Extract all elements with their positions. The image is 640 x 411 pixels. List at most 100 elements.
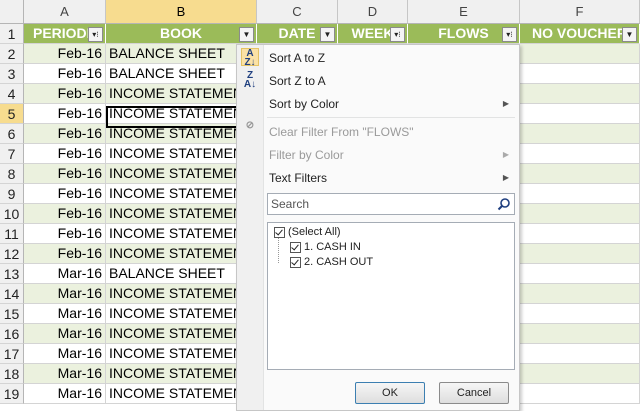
row-header-12[interactable]: 12 (0, 244, 24, 264)
row-header-19[interactable]: 19 (0, 384, 24, 404)
table-cell[interactable] (520, 184, 640, 204)
search-input[interactable]: Search (267, 193, 515, 215)
table-cell[interactable] (520, 384, 640, 404)
row-header-5[interactable]: 5 (0, 104, 24, 124)
filter-dropdown-icon[interactable]: ▼ (622, 27, 637, 42)
table-cell[interactable] (520, 364, 640, 384)
table-cell[interactable]: Feb-16 (24, 44, 106, 64)
table-cell[interactable]: Mar-16 (24, 324, 106, 344)
row-header-7[interactable]: 7 (0, 144, 24, 164)
table-cell[interactable] (520, 304, 640, 324)
table-cell[interactable]: INCOME STATEMEN (106, 284, 257, 304)
filter-active-icon[interactable]: ▾⁝ (502, 27, 517, 42)
column-header-c[interactable]: C (257, 0, 338, 24)
table-cell[interactable]: Feb-16 (24, 204, 106, 224)
table-cell[interactable] (520, 64, 640, 84)
column-header-b[interactable]: B (106, 0, 257, 24)
table-cell[interactable]: INCOME STATEMEN (106, 184, 257, 204)
table-cell[interactable]: INCOME STATEMEN (106, 364, 257, 384)
table-cell[interactable]: BALANCE SHEET (106, 44, 257, 64)
table-cell[interactable]: INCOME STATEMEN (106, 244, 257, 264)
row-header-13[interactable]: 13 (0, 264, 24, 284)
select-all-corner[interactable] (0, 0, 24, 24)
table-cell[interactable]: INCOME STATEMEN (106, 204, 257, 224)
table-cell[interactable]: INCOME STATEMEN (106, 324, 257, 344)
table-cell[interactable]: INCOME STATEMEN (106, 84, 257, 104)
row-header-15[interactable]: 15 (0, 304, 24, 324)
table-cell[interactable]: INCOME STATEMEN (106, 144, 257, 164)
menu-text-filters[interactable]: Text Filters (269, 171, 327, 185)
table-cell[interactable]: Feb-16 (24, 144, 106, 164)
table-cell[interactable]: Feb-16 (24, 124, 106, 144)
table-cell[interactable]: Mar-16 (24, 384, 106, 404)
checkbox-checked[interactable] (274, 226, 285, 238)
table-cell[interactable] (520, 244, 640, 264)
list-item[interactable]: 1. CASH IN (290, 241, 361, 253)
table-cell[interactable] (520, 104, 640, 124)
table-cell[interactable]: BALANCE SHEET (106, 264, 257, 284)
column-header-a[interactable]: A (24, 0, 106, 24)
table-cell[interactable]: INCOME STATEMEN (106, 224, 257, 244)
table-cell[interactable]: Feb-16 (24, 244, 106, 264)
menu-sort-by-color[interactable]: Sort by Color (269, 97, 339, 111)
table-cell[interactable]: Mar-16 (24, 344, 106, 364)
row-header-4[interactable]: 4 (0, 84, 24, 104)
checkbox-checked[interactable] (290, 241, 301, 253)
table-cell[interactable]: INCOME STATEMEN (106, 384, 257, 404)
table-cell[interactable] (520, 84, 640, 104)
column-header-d[interactable]: D (338, 0, 408, 24)
table-header-cell[interactable]: BOOK (106, 24, 257, 44)
table-cell[interactable]: INCOME STATEMEN (106, 124, 257, 144)
list-item-select-all[interactable]: (Select All) (274, 226, 341, 238)
table-cell[interactable]: INCOME STATEMEN (106, 164, 257, 184)
row-header-16[interactable]: 16 (0, 324, 24, 344)
column-header-f[interactable]: F (520, 0, 640, 24)
table-cell[interactable]: Feb-16 (24, 164, 106, 184)
table-cell[interactable] (520, 264, 640, 284)
row-header-11[interactable]: 11 (0, 224, 24, 244)
ok-button[interactable]: OK (355, 382, 425, 404)
row-header-10[interactable]: 10 (0, 204, 24, 224)
menu-filter-by-color[interactable]: Filter by Color (269, 148, 344, 162)
menu-sort-z-a[interactable]: Sort Z to A (269, 74, 326, 88)
filter-active-icon[interactable]: ▾⁝ (390, 27, 405, 42)
table-cell[interactable]: Feb-16 (24, 84, 106, 104)
table-cell[interactable]: Feb-16 (24, 184, 106, 204)
menu-clear-filter[interactable]: Clear Filter From "FLOWS" (269, 125, 414, 139)
filter-dropdown-icon[interactable]: ▼ (320, 27, 335, 42)
table-cell[interactable] (520, 144, 640, 164)
menu-sort-a-z[interactable]: Sort A to Z (269, 51, 325, 65)
table-cell[interactable] (520, 324, 640, 344)
table-cell[interactable]: Feb-16 (24, 224, 106, 244)
checkbox-checked[interactable] (290, 256, 301, 268)
table-cell[interactable] (520, 204, 640, 224)
row-header-18[interactable]: 18 (0, 364, 24, 384)
filter-active-icon[interactable]: ▾⁝ (88, 27, 103, 42)
list-item[interactable]: 2. CASH OUT (290, 256, 373, 268)
table-cell[interactable]: INCOME STATEMEN (106, 304, 257, 324)
table-cell[interactable] (520, 44, 640, 64)
row-header-6[interactable]: 6 (0, 124, 24, 144)
cancel-button[interactable]: Cancel (439, 382, 509, 404)
table-cell[interactable] (520, 224, 640, 244)
row-header-9[interactable]: 9 (0, 184, 24, 204)
table-cell[interactable] (520, 164, 640, 184)
row-header-8[interactable]: 8 (0, 164, 24, 184)
table-cell[interactable]: INCOME STATEMEN (106, 104, 257, 124)
search-icon[interactable] (497, 197, 511, 211)
column-header-e[interactable]: E (408, 0, 520, 24)
table-cell[interactable]: Feb-16 (24, 104, 106, 124)
table-cell[interactable] (520, 344, 640, 364)
table-cell[interactable]: Feb-16 (24, 64, 106, 84)
row-header-1[interactable]: 1 (0, 24, 24, 44)
table-cell[interactable]: Mar-16 (24, 284, 106, 304)
table-cell[interactable] (520, 124, 640, 144)
row-header-2[interactable]: 2 (0, 44, 24, 64)
table-cell[interactable]: INCOME STATEMEN (106, 344, 257, 364)
table-cell[interactable]: Mar-16 (24, 364, 106, 384)
table-cell[interactable] (520, 284, 640, 304)
table-cell[interactable]: Mar-16 (24, 264, 106, 284)
row-header-14[interactable]: 14 (0, 284, 24, 304)
table-cell[interactable]: Mar-16 (24, 304, 106, 324)
row-header-3[interactable]: 3 (0, 64, 24, 84)
